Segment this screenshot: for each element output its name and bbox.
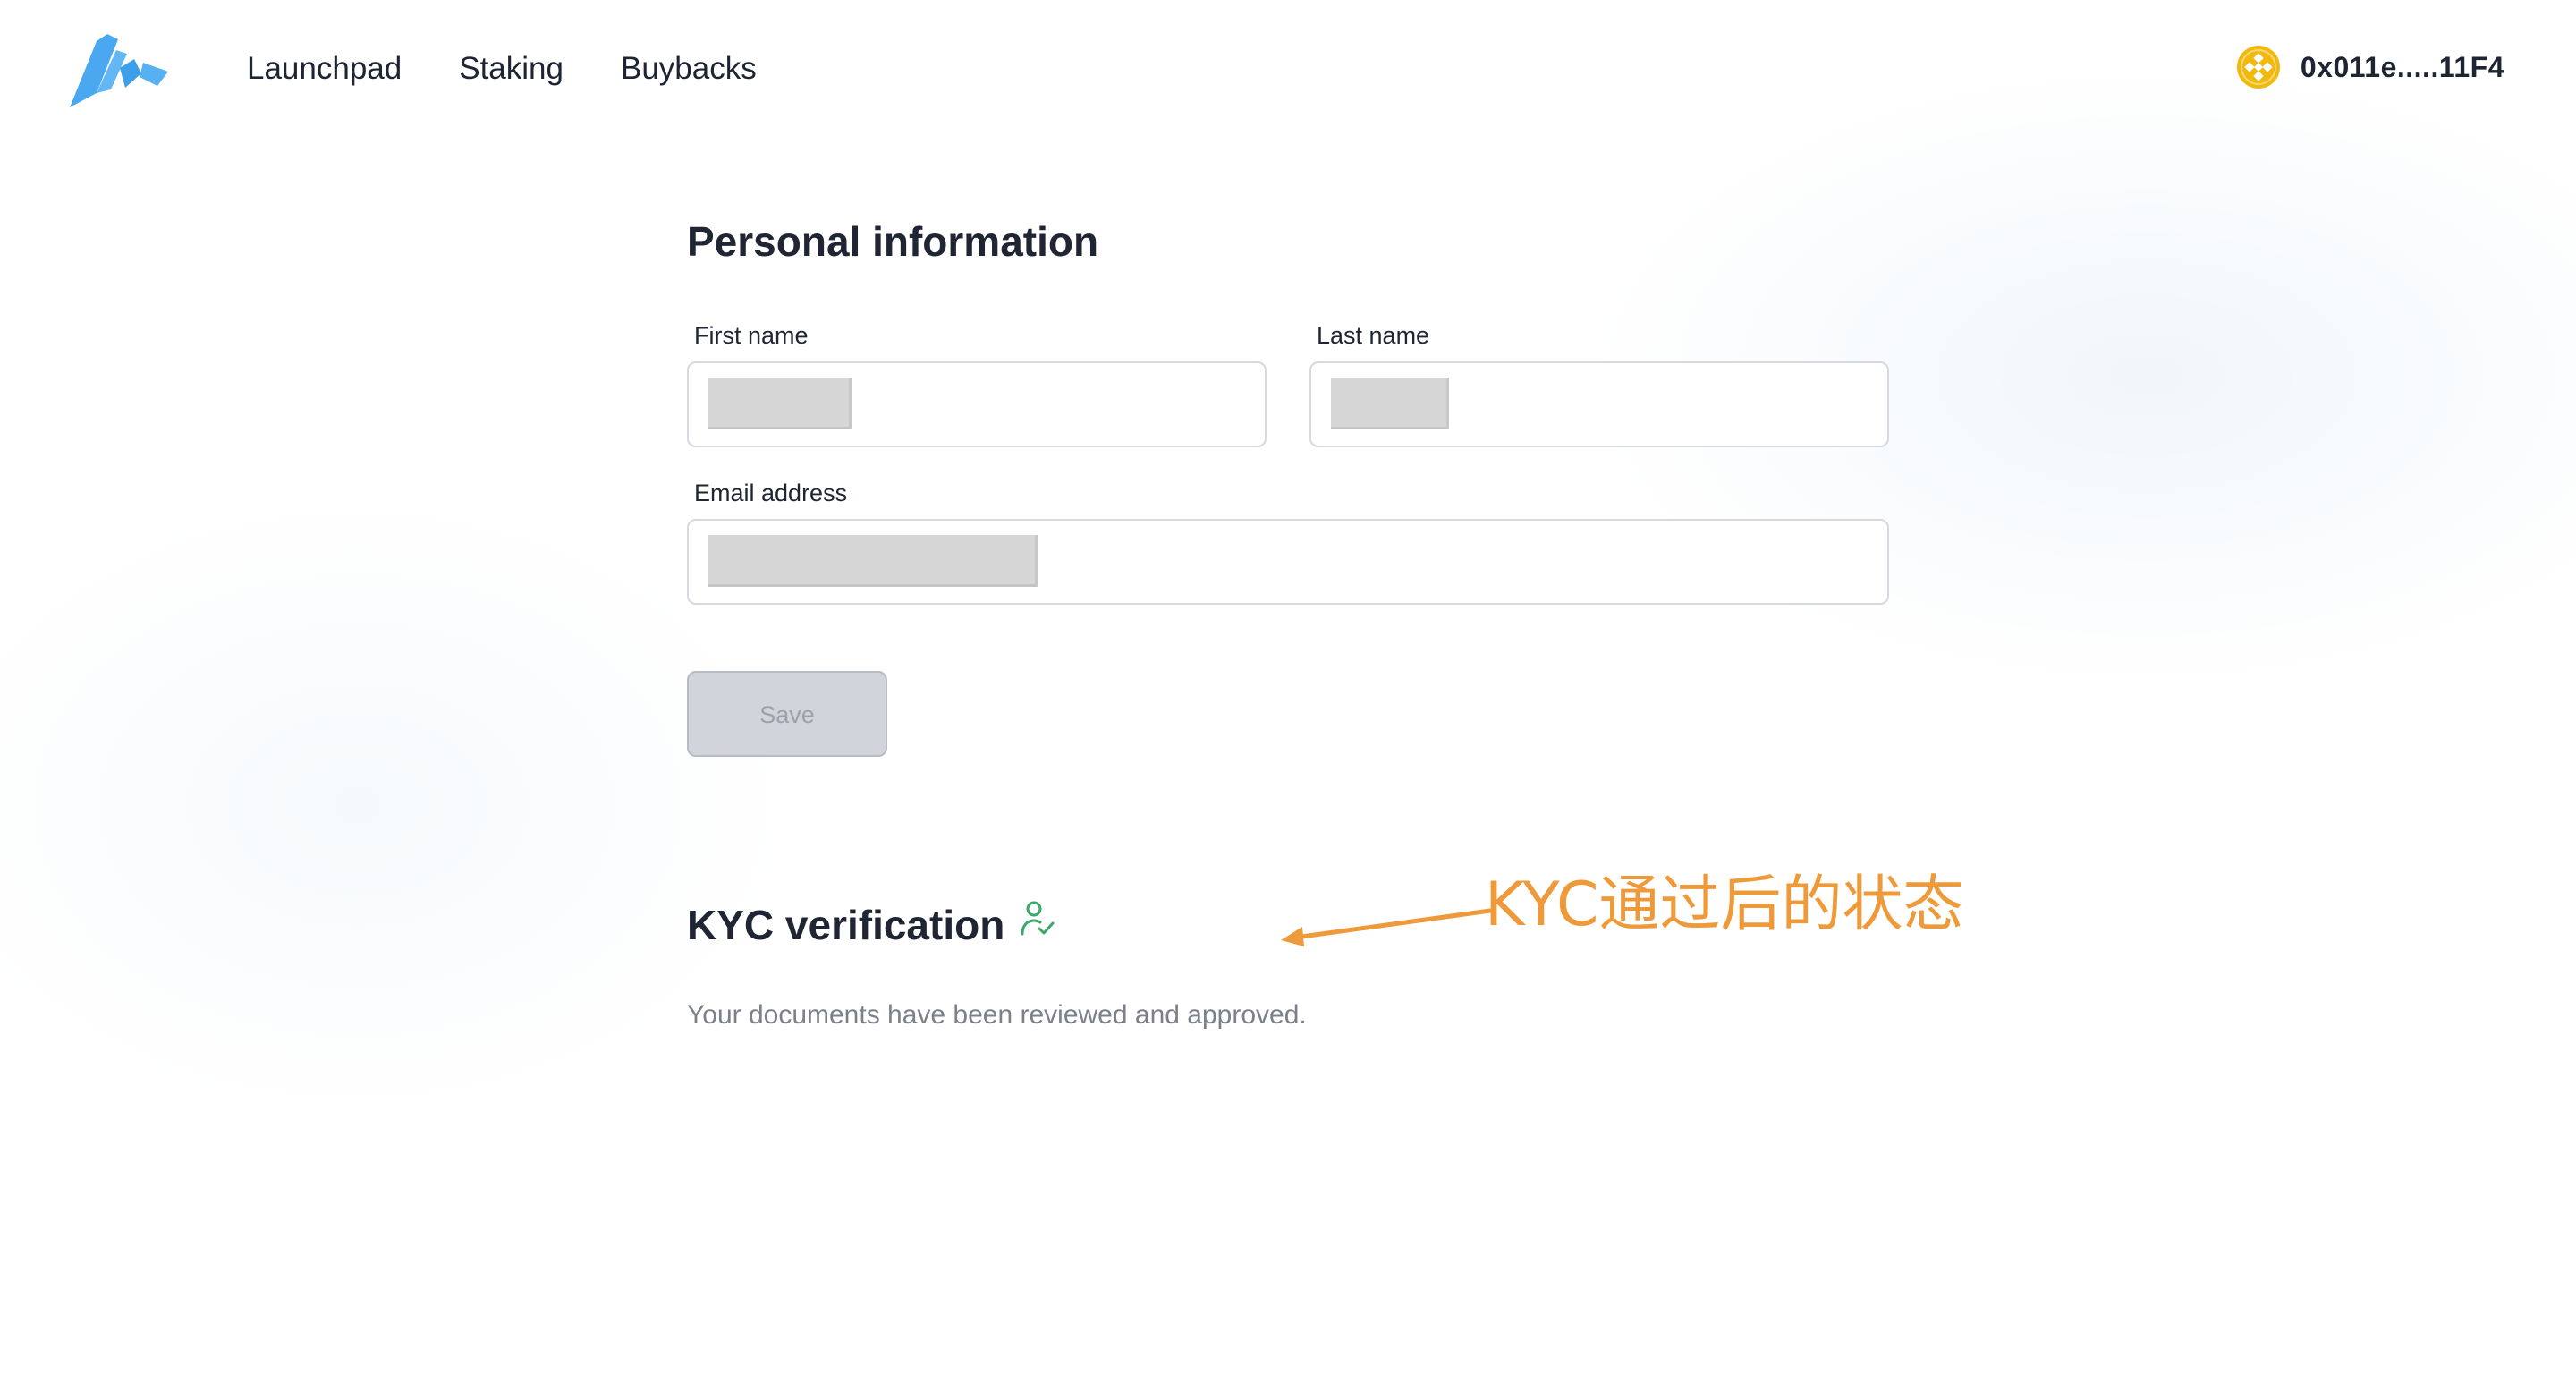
redacted-value xyxy=(708,535,1038,587)
annotation-arrow-icon xyxy=(1281,908,1493,946)
nav-launchpad[interactable]: Launchpad xyxy=(247,47,402,91)
brand-logo-icon[interactable] xyxy=(70,32,168,107)
nav-staking[interactable]: Staking xyxy=(459,47,564,91)
first-name-label: First name xyxy=(694,322,809,349)
bnb-coin-icon xyxy=(2236,46,2280,89)
annotation-label: KYC通过后的状态 xyxy=(1485,870,1964,940)
wallet-button[interactable]: 0x011e.....11F4 xyxy=(2236,45,2504,89)
kyc-title: KYC verification xyxy=(687,902,1005,948)
user-check-icon xyxy=(1021,901,1055,936)
email-label: Email address xyxy=(694,480,848,506)
redacted-value xyxy=(1331,378,1449,429)
save-button[interactable]: Save xyxy=(687,671,887,757)
main-nav: Launchpad Staking Buybacks xyxy=(247,47,757,91)
email-field[interactable] xyxy=(687,519,1889,605)
last-name-label: Last name xyxy=(1317,322,1430,349)
wallet-address: 0x011e.....11F4 xyxy=(2300,50,2504,83)
redacted-value xyxy=(708,378,852,429)
nav-buybacks[interactable]: Buybacks xyxy=(621,47,757,91)
last-name-field[interactable] xyxy=(1309,361,1889,447)
kyc-status-text: Your documents have been reviewed and ap… xyxy=(687,1000,1307,1030)
page-title: Personal information xyxy=(687,218,1099,265)
first-name-field[interactable] xyxy=(687,361,1267,447)
